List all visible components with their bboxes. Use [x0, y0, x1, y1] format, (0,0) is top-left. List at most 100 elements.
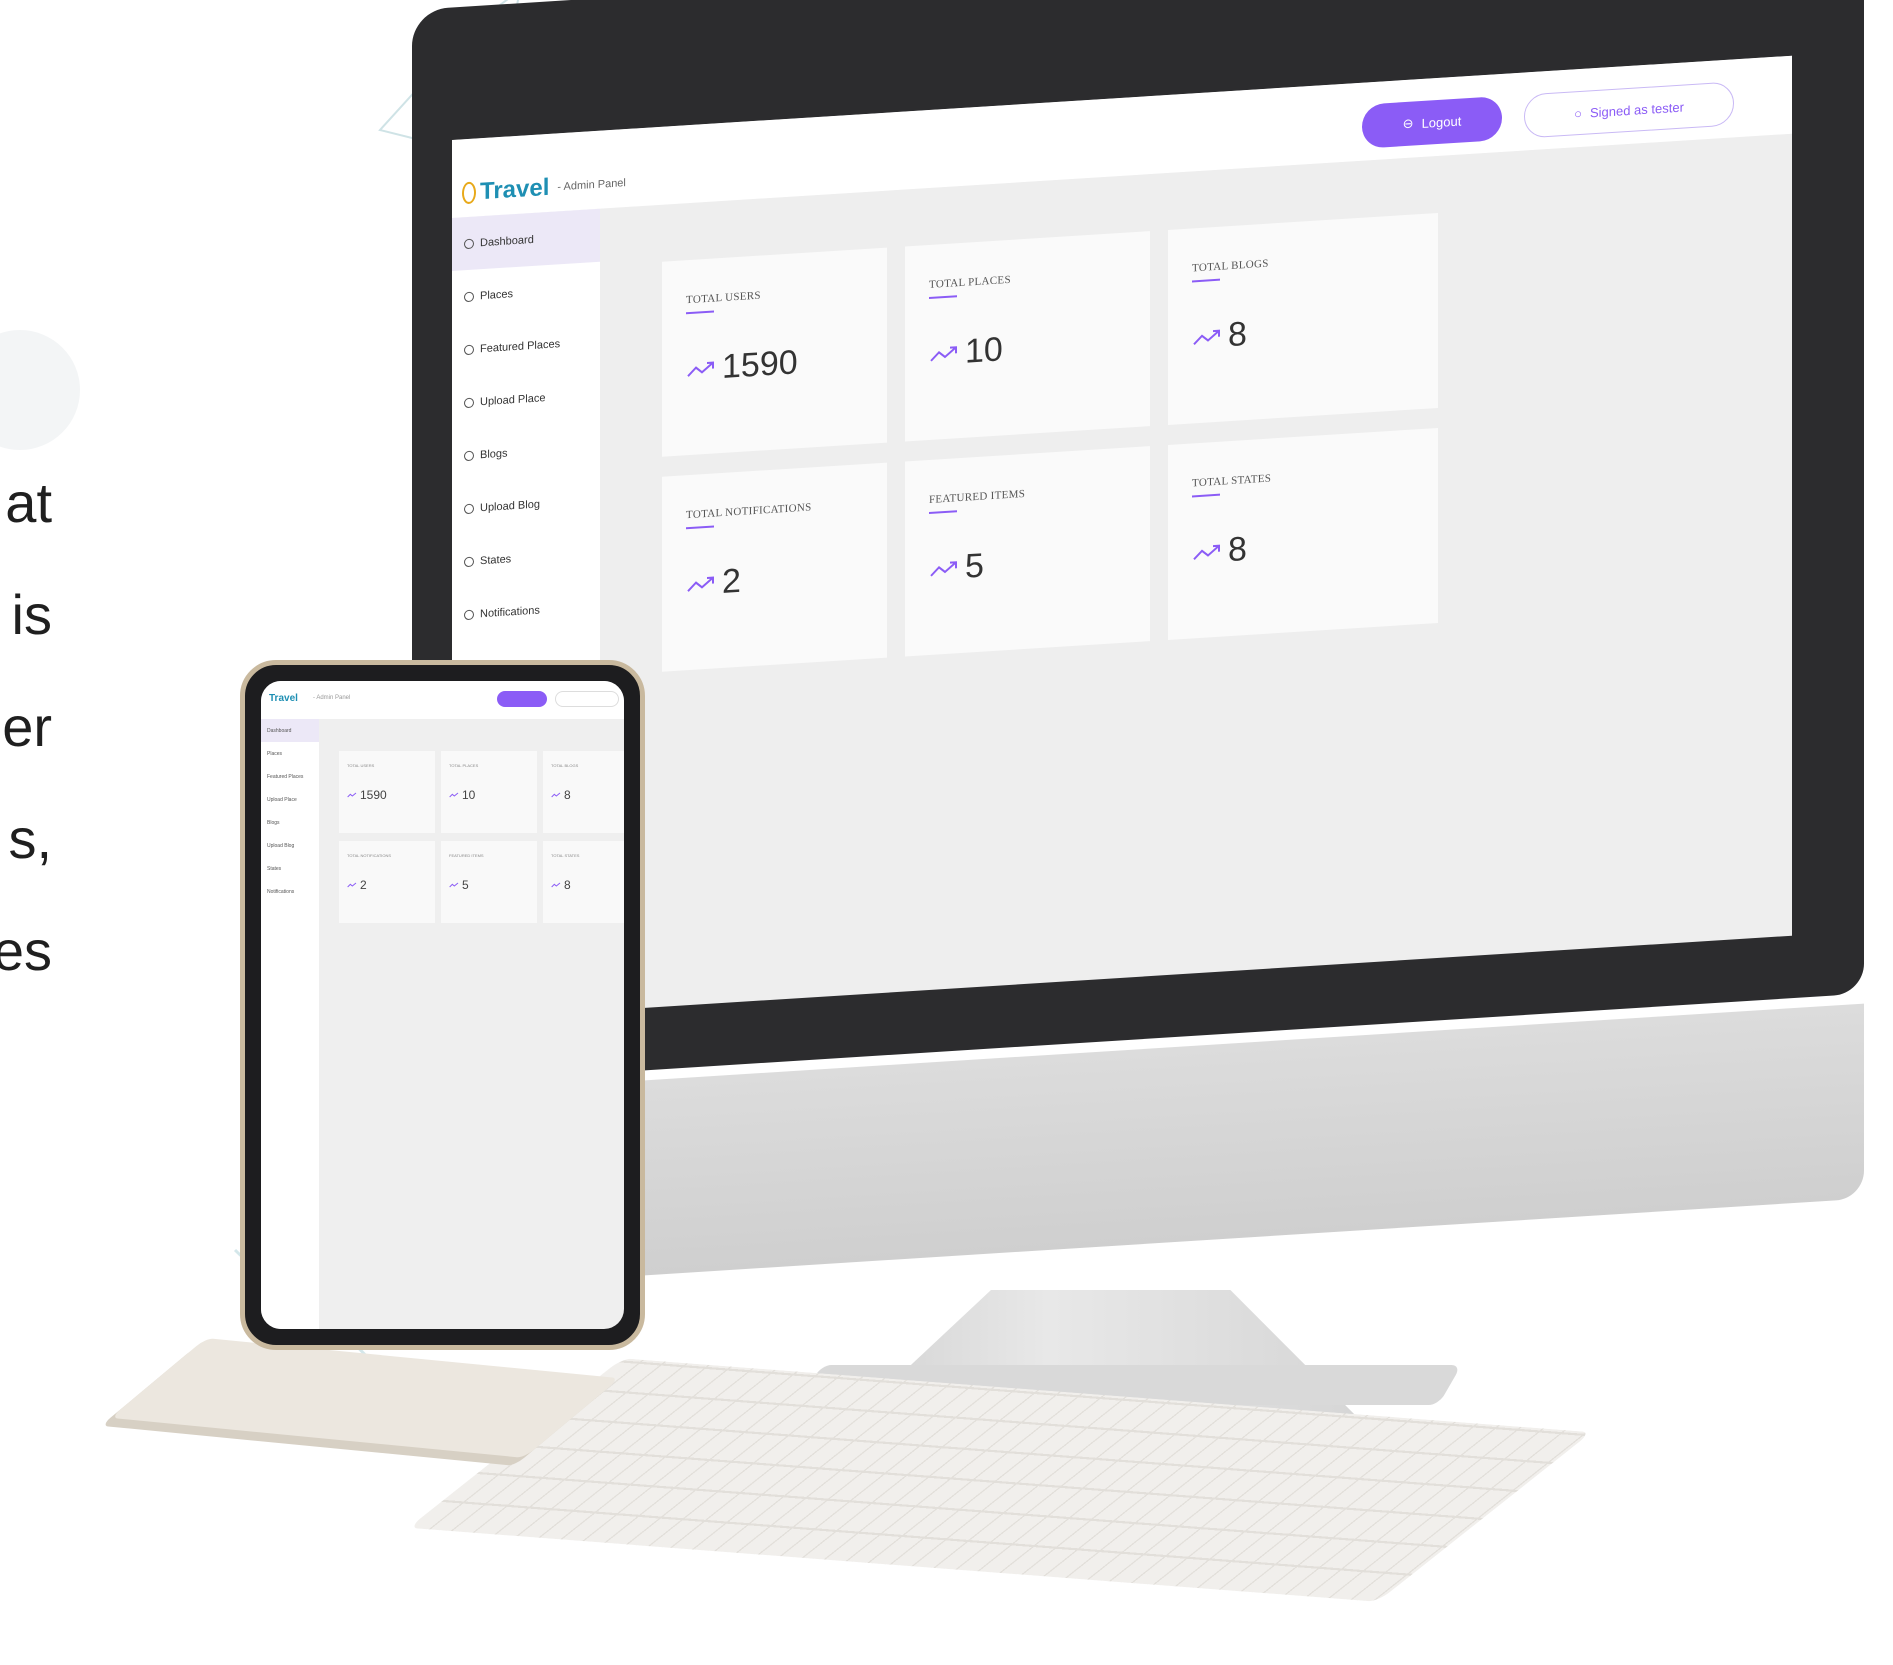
- logout-button[interactable]: ⊖ Logout: [1362, 95, 1502, 149]
- sidebar-item-notifications[interactable]: Notifications: [452, 580, 600, 642]
- title-underline: [1192, 493, 1220, 498]
- tablet-stat-card[interactable]: TOTAL STATES 8: [543, 841, 624, 923]
- stat-value: 8: [564, 788, 571, 802]
- tablet-device: Travel - Admin Panel Dashboard Places Fe…: [240, 660, 645, 1350]
- sidebar-item-upload-place[interactable]: Upload Place: [452, 368, 600, 430]
- stat-value: 8: [564, 878, 571, 892]
- upload-icon: [464, 397, 474, 408]
- tablet-signed-in-button[interactable]: [555, 691, 619, 707]
- logout-label: Logout: [1421, 112, 1462, 131]
- stat-card-total-states[interactable]: TOTAL STATES 8: [1168, 427, 1438, 640]
- tablet-logout-button[interactable]: [497, 691, 547, 707]
- tablet-brand-subtitle: - Admin Panel: [313, 695, 351, 701]
- sidebar-item-dashboard[interactable]: Dashboard: [452, 208, 600, 271]
- stat-value: 1590: [722, 343, 798, 387]
- map-icon: [464, 556, 474, 567]
- sidebar-item-featured-places[interactable]: Featured Places: [452, 315, 600, 377]
- tablet-stat-card[interactable]: TOTAL PLACES 10: [441, 751, 537, 833]
- trending-up-icon: [930, 560, 957, 577]
- stat-card-total-blogs[interactable]: TOTAL BLOGS 8: [1168, 212, 1438, 425]
- tablet-sidebar-item[interactable]: Upload Place: [261, 788, 319, 811]
- trending-up-icon: [1193, 544, 1220, 560]
- marketing-text-fragment: at is er s, es: [0, 470, 60, 1030]
- stat-title: TOTAL USERS: [686, 289, 761, 307]
- tablet-stat-card[interactable]: TOTAL NOTIFICATIONS 2: [339, 841, 435, 923]
- trending-up-icon: [347, 882, 357, 888]
- sidebar-item-places[interactable]: Places: [452, 262, 600, 324]
- upload-icon: [464, 503, 474, 514]
- trending-up-icon: [551, 792, 561, 798]
- dashboard-icon: [464, 238, 474, 249]
- stat-value: 10: [462, 788, 476, 802]
- trending-up-icon: [449, 792, 459, 798]
- bell-icon: [464, 609, 474, 620]
- trackpad: [110, 1338, 620, 1458]
- tablet-sidebar-item[interactable]: Featured Places: [261, 765, 319, 788]
- tablet-sidebar-item[interactable]: Notifications: [261, 880, 319, 903]
- trending-up-icon: [687, 576, 714, 592]
- stat-title: TOTAL USERS: [347, 763, 375, 768]
- stat-card-featured-items[interactable]: FEATURED ITEMS 5: [905, 446, 1150, 657]
- pin-icon: [464, 291, 474, 302]
- pen-icon: [464, 450, 474, 461]
- tablet-sidebar-item[interactable]: Upload Blog: [261, 834, 319, 857]
- trending-up-icon: [551, 882, 561, 888]
- tablet-sidebar-item[interactable]: Dashboard: [261, 719, 319, 742]
- stat-title: TOTAL STATES: [551, 853, 580, 858]
- stat-value: 2: [722, 561, 741, 602]
- stat-card-total-users[interactable]: TOTAL USERS 1590: [662, 247, 887, 457]
- text-line: at: [5, 471, 52, 534]
- tablet-top-bar: Travel - Admin Panel: [261, 681, 624, 719]
- brand-subtitle: - Admin Panel: [557, 177, 626, 194]
- stat-title: TOTAL PLACES: [929, 273, 1011, 291]
- trending-up-icon: [930, 345, 957, 362]
- title-underline: [1192, 278, 1220, 283]
- logout-icon: ⊖: [1402, 115, 1414, 132]
- stat-value: 8: [1228, 529, 1247, 570]
- stat-value: 1590: [360, 788, 387, 802]
- sidebar-item-label: Upload Blog: [480, 497, 540, 514]
- stats-grid: TOTAL USERS 1590 TOTAL PLACES 10 TOTAL B…: [662, 212, 1438, 672]
- stat-card-total-places[interactable]: TOTAL PLACES 10: [905, 231, 1150, 442]
- stat-title: TOTAL STATES: [1192, 472, 1272, 490]
- star-icon: [464, 344, 474, 355]
- sidebar-item-label: Places: [480, 287, 514, 302]
- tablet-brand-name: Travel: [269, 693, 298, 704]
- trending-up-icon: [1193, 329, 1220, 345]
- sidebar-item-label: Dashboard: [480, 233, 534, 249]
- stat-title: FEATURED ITEMS: [449, 853, 484, 858]
- stat-title: TOTAL NOTIFICATIONS: [686, 501, 812, 522]
- brand-logo[interactable]: Travel - Admin Panel: [462, 169, 626, 207]
- tablet-stat-card[interactable]: FEATURED ITEMS 5: [441, 841, 537, 923]
- text-line: es: [0, 919, 52, 982]
- stat-title: FEATURED ITEMS: [929, 487, 1026, 506]
- sidebar-item-upload-blog[interactable]: Upload Blog: [452, 474, 600, 536]
- sidebar-item-label: Notifications: [480, 603, 540, 620]
- stat-value: 10: [965, 330, 1003, 371]
- stat-title: TOTAL PLACES: [449, 763, 479, 768]
- signed-in-user-button[interactable]: ○ Signed as tester: [1524, 81, 1734, 139]
- user-icon: ○: [1574, 105, 1582, 121]
- stat-value: 5: [965, 546, 984, 586]
- desktop-screen: Travel - Admin Panel ⊖ Logout ○ Signed a…: [452, 55, 1792, 1021]
- tablet-sidebar-item[interactable]: States: [261, 857, 319, 880]
- tablet-sidebar-item[interactable]: Places: [261, 742, 319, 765]
- tablet-stat-card[interactable]: TOTAL BLOGS 8: [543, 751, 624, 833]
- stat-card-total-notifications[interactable]: TOTAL NOTIFICATIONS 2: [662, 462, 887, 672]
- sidebar-item-states[interactable]: States: [452, 527, 600, 589]
- tablet-sidebar-item[interactable]: Blogs: [261, 811, 319, 834]
- sidebar-item-label: States: [480, 552, 512, 567]
- sidebar-item-blogs[interactable]: Blogs: [452, 421, 600, 483]
- stat-value: 5: [462, 878, 469, 892]
- tablet-stats-grid: TOTAL USERS 1590 TOTAL PLACES 10 TOTAL BLO…: [339, 751, 624, 923]
- text-line: s,: [8, 807, 52, 870]
- title-underline: [929, 295, 957, 299]
- tablet-stat-card[interactable]: TOTAL USERS 1590: [339, 751, 435, 833]
- stat-title: TOTAL BLOGS: [1192, 257, 1269, 275]
- tablet-screen: Travel - Admin Panel Dashboard Places Fe…: [261, 681, 624, 1329]
- trending-up-icon: [449, 882, 459, 888]
- sidebar-item-label: Featured Places: [480, 337, 561, 355]
- title-underline: [929, 510, 957, 514]
- stat-value: 8: [1228, 314, 1247, 355]
- stat-value: 2: [360, 878, 367, 892]
